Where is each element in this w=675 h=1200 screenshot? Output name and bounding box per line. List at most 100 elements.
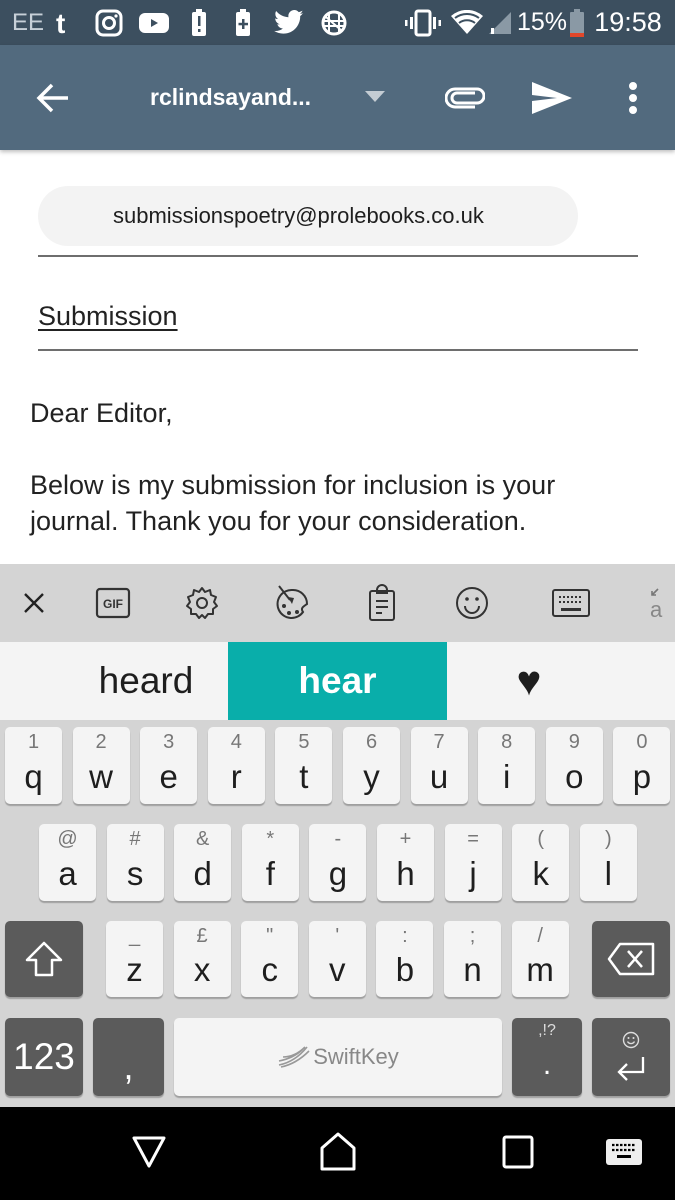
key-main-label: v xyxy=(329,951,346,988)
close-toolbar-button[interactable] xyxy=(11,580,57,626)
key-s[interactable]: # s xyxy=(106,824,164,901)
body-greeting: Dear Editor, xyxy=(30,398,173,428)
suggestion-left[interactable]: heard xyxy=(0,642,228,720)
key-alt-label: 7 xyxy=(433,731,445,753)
recipient-chip[interactable]: submissionspoetry@prolebooks.co.uk xyxy=(38,186,578,246)
numbers-key-label: 123 xyxy=(13,1036,75,1077)
suggestion-bar: heard hear ♥ xyxy=(0,642,675,720)
key-alt-label: ; xyxy=(469,925,476,947)
backspace-icon xyxy=(607,942,655,976)
suggestion-heart-emoji[interactable]: ♥ xyxy=(447,642,611,720)
key-p[interactable]: 0p xyxy=(613,727,671,804)
subject-text[interactable]: Submission xyxy=(38,301,178,332)
key-k[interactable]: (k xyxy=(512,824,570,901)
key-q[interactable]: 1q xyxy=(5,727,62,804)
swiftkey-keyboard: GIF a heard hear ♥ 123 , SwiftKey ,!? . … xyxy=(0,564,675,1107)
attach-button[interactable] xyxy=(437,70,493,126)
emoji-button[interactable] xyxy=(449,580,495,626)
back-button[interactable] xyxy=(25,70,81,126)
suggestion-middle[interactable]: hear xyxy=(228,642,447,720)
key-alt-label: " xyxy=(266,925,274,947)
twitter-icon xyxy=(272,0,306,45)
clipboard-button[interactable] xyxy=(359,580,405,626)
nav-home-icon xyxy=(320,1132,356,1171)
emoji-small-icon xyxy=(622,1031,640,1049)
key-g[interactable]: -g xyxy=(309,824,367,901)
nav-recents-button[interactable] xyxy=(488,1127,548,1177)
key-y[interactable]: 6y xyxy=(343,727,400,804)
subject-field[interactable]: Submission xyxy=(38,257,638,351)
themes-button[interactable] xyxy=(269,580,315,626)
message-body[interactable]: Dear Editor, Below is my submission for … xyxy=(30,395,650,575)
punctuation-key[interactable]: ,!? . xyxy=(512,1018,582,1096)
more-options-button[interactable] xyxy=(605,70,661,126)
key-alt-label: + xyxy=(399,828,412,850)
key-alt-label: 0 xyxy=(636,731,648,753)
key-a[interactable]: @ a xyxy=(39,824,96,901)
space-key[interactable]: SwiftKey xyxy=(174,1018,502,1096)
palette-icon xyxy=(276,585,309,619)
to-field[interactable]: submissionspoetry@prolebooks.co.uk xyxy=(38,150,638,257)
gif-icon: GIF xyxy=(95,587,131,619)
key-i[interactable]: 8i xyxy=(478,727,536,804)
key-r[interactable]: 4r xyxy=(207,727,265,804)
key-main-label: o xyxy=(565,758,584,795)
numbers-key[interactable]: 123 xyxy=(5,1018,83,1096)
handwriting-button[interactable]: a xyxy=(638,580,675,626)
svg-text:a: a xyxy=(650,597,663,622)
key-d[interactable]: & d xyxy=(174,824,232,901)
key-w[interactable]: 2w xyxy=(72,727,130,804)
nav-keyboard-switch-button[interactable] xyxy=(594,1127,654,1177)
carrier-label: EE xyxy=(11,8,44,36)
key-x[interactable]: £ x xyxy=(173,921,231,997)
key-h[interactable]: + h xyxy=(377,824,434,901)
enter-key[interactable] xyxy=(592,1018,670,1096)
key-e[interactable]: 3e xyxy=(140,727,198,804)
nav-home-button[interactable] xyxy=(308,1127,368,1177)
space-key-label: SwiftKey xyxy=(313,1044,399,1069)
key-main-label: n xyxy=(463,951,482,988)
settings-button[interactable] xyxy=(179,580,225,626)
key-alt-label: 9 xyxy=(568,731,580,753)
system-nav-bar xyxy=(0,1107,675,1200)
key-o[interactable]: 9o xyxy=(545,727,603,804)
key-u[interactable]: 7u xyxy=(410,727,468,804)
key-t[interactable]: 5t xyxy=(275,727,333,804)
smiley-icon xyxy=(456,587,488,619)
key-j[interactable]: = j xyxy=(444,824,502,901)
key-z[interactable]: _ z xyxy=(106,921,163,997)
key-n[interactable]: ; n xyxy=(444,921,501,997)
key-alt-label: ' xyxy=(335,925,340,947)
key-alt-label: @ xyxy=(57,828,78,850)
key-c[interactable]: " c xyxy=(241,921,299,997)
key-alt-label: 6 xyxy=(365,731,378,753)
account-dropdown-button[interactable] xyxy=(360,85,390,109)
shift-key[interactable] xyxy=(5,921,83,997)
key-main-label: r xyxy=(230,758,242,795)
keyboard-toolbar: GIF a xyxy=(0,564,675,642)
key-b[interactable]: :b xyxy=(376,921,434,997)
key-m[interactable]: / m xyxy=(511,921,569,997)
cell-signal-icon xyxy=(486,0,514,45)
send-button[interactable] xyxy=(524,70,580,126)
backspace-key[interactable] xyxy=(592,921,670,997)
gif-button[interactable]: GIF xyxy=(90,580,136,626)
key-main-label: l xyxy=(604,855,612,892)
key-main-label: z xyxy=(126,951,143,988)
battery-plus-icon xyxy=(232,0,254,45)
nav-back-button[interactable] xyxy=(119,1127,179,1177)
shift-arrow-icon xyxy=(25,941,63,977)
key-v[interactable]: ' v xyxy=(308,921,366,997)
key-f[interactable]: * f xyxy=(241,824,299,901)
key-main-label: u xyxy=(429,758,449,795)
from-account[interactable]: rclindsayand... xyxy=(150,77,311,117)
key-main-label: m xyxy=(526,951,554,988)
key-l[interactable]: ) l xyxy=(579,824,637,901)
clipboard-icon xyxy=(369,584,395,621)
key-main-label: d xyxy=(193,855,212,892)
body-paragraph: Below is my submission for inclusion is … xyxy=(30,470,556,536)
comma-key[interactable]: , xyxy=(93,1018,164,1096)
key-alt-label: - xyxy=(334,828,342,850)
layout-button[interactable] xyxy=(548,580,594,626)
period-label: . xyxy=(542,1048,552,1081)
